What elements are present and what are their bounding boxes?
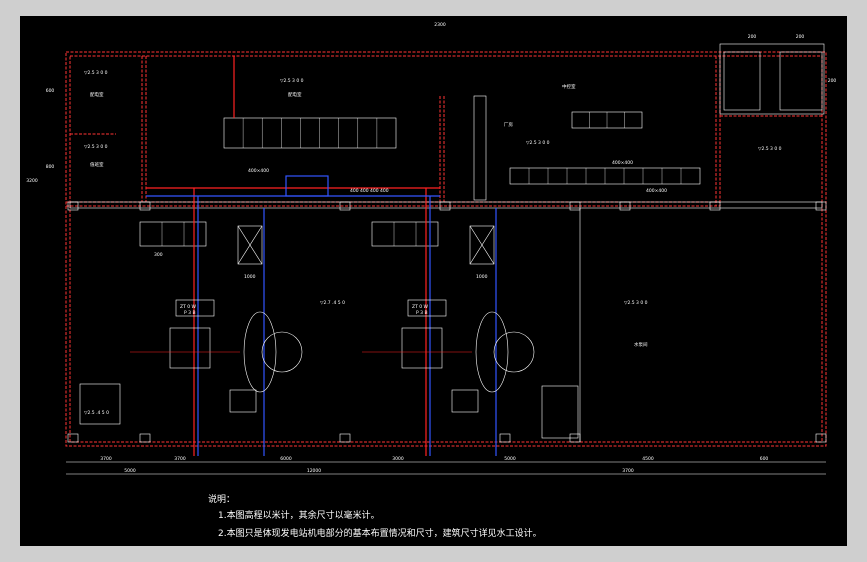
top-dimension: 2300 bbox=[434, 22, 446, 28]
left-dim: 800 bbox=[46, 164, 55, 170]
column bbox=[139, 433, 151, 443]
bottom-dim: 5000 bbox=[124, 468, 136, 474]
column bbox=[815, 201, 827, 211]
generator bbox=[401, 327, 443, 369]
columns bbox=[67, 201, 827, 443]
room-label: 配电室 bbox=[90, 91, 104, 98]
structure-lines bbox=[69, 43, 825, 442]
bottom-dim: 600 bbox=[760, 456, 769, 462]
elevation-label: ▽2.5 3 0 0 bbox=[624, 300, 648, 306]
right-annex bbox=[719, 43, 825, 115]
panel-rows bbox=[139, 95, 701, 247]
small-label: 1000 bbox=[476, 274, 488, 280]
note-line: 1.本图高程以米计，其余尺寸以毫米计。 bbox=[218, 509, 380, 521]
equipment-label: ZT 0 W bbox=[412, 304, 429, 310]
top-right-dim: 200 bbox=[796, 34, 805, 40]
note-line: 2.本图只是体现发电站机电部分的基本布置情况和尺寸，建筑尺寸详见水工设计。 bbox=[218, 527, 542, 539]
small-label: 1000 bbox=[244, 274, 256, 280]
cad-drawing-sheet: 2300 200 200 200 600 3200 800 ▽2.5 3 0 0… bbox=[20, 16, 847, 546]
elevation-label: ▽2.7 .4 5 0 bbox=[320, 300, 345, 306]
column bbox=[339, 433, 351, 443]
generator-unit-2 bbox=[401, 225, 535, 413]
column bbox=[499, 433, 511, 443]
equipment-label: P 3 B bbox=[184, 310, 196, 316]
switchgear-row bbox=[223, 117, 397, 149]
side-cabinet bbox=[79, 383, 121, 425]
small-label: 300 bbox=[154, 252, 163, 258]
elevation-label: ▽2.5 3 0 0 bbox=[84, 70, 108, 76]
room-label: 厂房 bbox=[504, 121, 513, 128]
panel-column-left bbox=[473, 95, 487, 201]
outer-wall-outer-line bbox=[65, 51, 827, 447]
room-label: 水泵间 bbox=[634, 341, 648, 348]
bottom-dim: 4500 bbox=[642, 456, 654, 462]
viewer-frame: 2300 200 200 200 600 3200 800 ▽2.5 3 0 0… bbox=[0, 0, 867, 562]
elevation-label: ▽2.5 .4 5 0 bbox=[84, 410, 109, 416]
small-label: 400×400 bbox=[646, 188, 667, 194]
power-station-floor-plan: 2300 200 200 200 600 3200 800 ▽2.5 3 0 0… bbox=[26, 22, 837, 539]
bottom-dim: 5000 bbox=[504, 456, 516, 462]
elevation-label: ▽2.5 3 0 0 bbox=[526, 140, 550, 146]
left-dim: 3200 bbox=[26, 178, 38, 184]
pump bbox=[451, 389, 479, 413]
top-right-dim: 200 bbox=[748, 34, 757, 40]
walls bbox=[65, 51, 827, 447]
room-label: 值班室 bbox=[90, 161, 104, 168]
turbine-scroll bbox=[475, 311, 509, 393]
equipment-label: P 3 B bbox=[416, 310, 428, 316]
bottom-dim: 12000 bbox=[307, 468, 321, 474]
pump bbox=[229, 389, 257, 413]
outer-wall-inner-line bbox=[69, 55, 823, 443]
notes-title: 说明： bbox=[208, 493, 235, 505]
small-label: 400 400 400 400 bbox=[350, 188, 389, 194]
room-label: 中控室 bbox=[562, 83, 576, 90]
elevation-label: ▽2.5 3 0 0 bbox=[280, 78, 304, 84]
generator bbox=[169, 327, 211, 369]
turbine-case bbox=[493, 331, 535, 373]
header-tank bbox=[285, 175, 329, 197]
floor-slab bbox=[69, 201, 823, 209]
bottom-dim: 3700 bbox=[622, 468, 634, 474]
elevation-label: ▽2.5 3 0 0 bbox=[84, 144, 108, 150]
room-label: 配电室 bbox=[288, 91, 302, 98]
unit2-box bbox=[371, 221, 439, 247]
bottom-dim: 3700 bbox=[174, 456, 186, 462]
right-dim: 200 bbox=[828, 78, 837, 84]
small-label: 400×400 bbox=[248, 168, 269, 174]
bottom-dim: 3000 bbox=[392, 456, 404, 462]
bottom-dim: 6000 bbox=[280, 456, 292, 462]
turbine-case bbox=[261, 331, 303, 373]
annex-room-2 bbox=[779, 51, 823, 111]
generator-unit-1 bbox=[169, 225, 303, 413]
bottom-dimension-line bbox=[66, 461, 826, 475]
unit1-box bbox=[139, 221, 207, 247]
small-label: 400×400 bbox=[612, 160, 633, 166]
annex-room bbox=[723, 51, 761, 111]
stair bbox=[541, 385, 579, 439]
column bbox=[815, 433, 827, 443]
elevation-label: ▽2.5 3 0 0 bbox=[758, 146, 782, 152]
bottom-dim: 3700 bbox=[100, 456, 112, 462]
equipment-label: ZT 0 W bbox=[180, 304, 197, 310]
turbine-scroll bbox=[243, 311, 277, 393]
left-dim: 600 bbox=[46, 88, 55, 94]
